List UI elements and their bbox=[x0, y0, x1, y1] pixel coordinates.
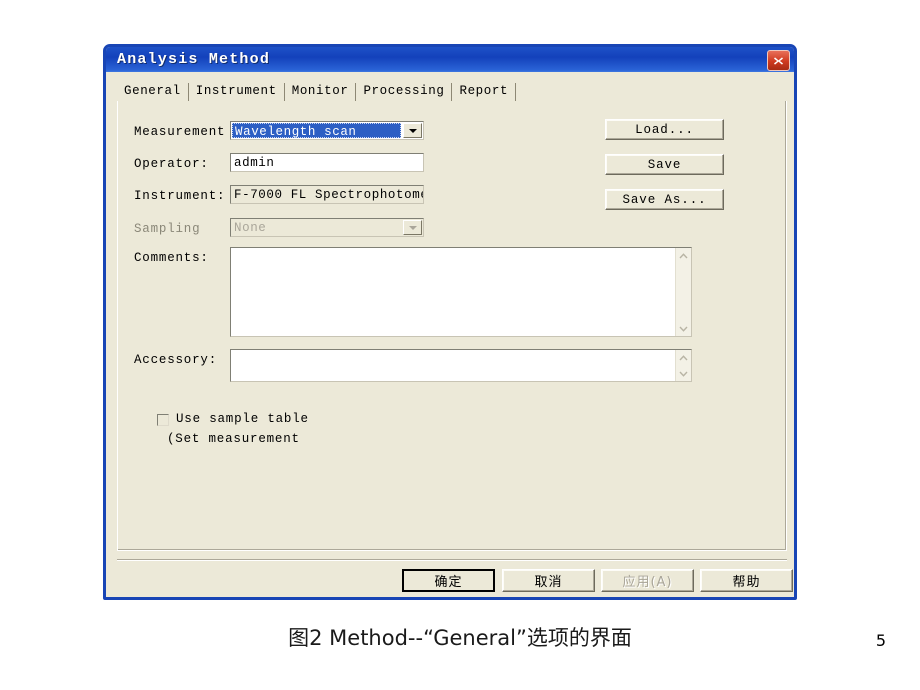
tab-monitor[interactable]: Monitor bbox=[285, 83, 357, 101]
instrument-label: Instrument: bbox=[134, 189, 226, 203]
use-sample-table-label[interactable]: Use sample table bbox=[176, 412, 309, 426]
slide-caption: 图2 Method--“General”选项的界面 bbox=[288, 626, 632, 650]
cancel-button[interactable]: 取消 bbox=[502, 569, 595, 592]
use-sample-table-checkbox[interactable] bbox=[157, 414, 169, 426]
save-as-button[interactable]: Save As... bbox=[605, 189, 724, 210]
ok-button[interactable]: 确定 bbox=[402, 569, 495, 592]
save-button[interactable]: Save bbox=[605, 154, 724, 175]
comments-label: Comments: bbox=[134, 251, 209, 265]
load-button[interactable]: Load... bbox=[605, 119, 724, 140]
dialog-title: Analysis Method bbox=[117, 51, 271, 68]
instrument-value: F-7000 FL Spectrophotometer bbox=[230, 185, 424, 204]
tab-strip: General Instrument Monitor Processing Re… bbox=[117, 83, 787, 102]
measurement-combobox[interactable]: Wavelength scan bbox=[230, 121, 424, 140]
accessory-textarea[interactable] bbox=[230, 349, 692, 382]
comments-value[interactable] bbox=[231, 248, 675, 336]
tab-general[interactable]: General bbox=[117, 83, 189, 101]
page-number: 5 bbox=[875, 631, 886, 650]
analysis-method-dialog: Analysis Method General Instrument Monit… bbox=[103, 44, 797, 600]
operator-input[interactable]: admin bbox=[230, 153, 424, 172]
command-bar-separator bbox=[117, 559, 787, 561]
scroll-up-icon[interactable] bbox=[676, 350, 691, 365]
comments-scroll-track[interactable] bbox=[676, 263, 691, 321]
close-icon[interactable] bbox=[767, 50, 790, 71]
sampling-label: Sampling bbox=[134, 222, 201, 236]
scroll-down-icon[interactable] bbox=[676, 366, 691, 381]
accessory-label: Accessory: bbox=[134, 353, 218, 367]
measurement-value: Wavelength scan bbox=[232, 123, 401, 138]
accessory-scrollbar[interactable] bbox=[675, 350, 691, 381]
sampling-value: None bbox=[234, 221, 267, 235]
comments-textarea[interactable] bbox=[230, 247, 692, 337]
general-tab-page: Measurement Wavelength scan Operator: ad… bbox=[117, 101, 787, 551]
comments-scrollbar[interactable] bbox=[675, 248, 691, 336]
scroll-up-icon[interactable] bbox=[676, 248, 691, 263]
tab-instrument[interactable]: Instrument bbox=[189, 83, 285, 101]
accessory-value[interactable] bbox=[231, 350, 675, 381]
measurement-label: Measurement bbox=[134, 125, 226, 139]
sampling-combobox: None bbox=[230, 218, 424, 237]
dialog-titlebar[interactable]: Analysis Method bbox=[106, 47, 794, 72]
chevron-down-icon[interactable] bbox=[403, 123, 422, 138]
scroll-down-icon[interactable] bbox=[676, 321, 691, 336]
tab-report[interactable]: Report bbox=[452, 83, 517, 101]
help-button[interactable]: 帮助 bbox=[700, 569, 793, 592]
chevron-down-icon bbox=[403, 220, 422, 235]
use-sample-table-sublabel: (Set measurement bbox=[167, 432, 300, 446]
operator-label: Operator: bbox=[134, 157, 209, 171]
tab-processing[interactable]: Processing bbox=[356, 83, 453, 101]
apply-button: 应用(A) bbox=[601, 569, 694, 592]
